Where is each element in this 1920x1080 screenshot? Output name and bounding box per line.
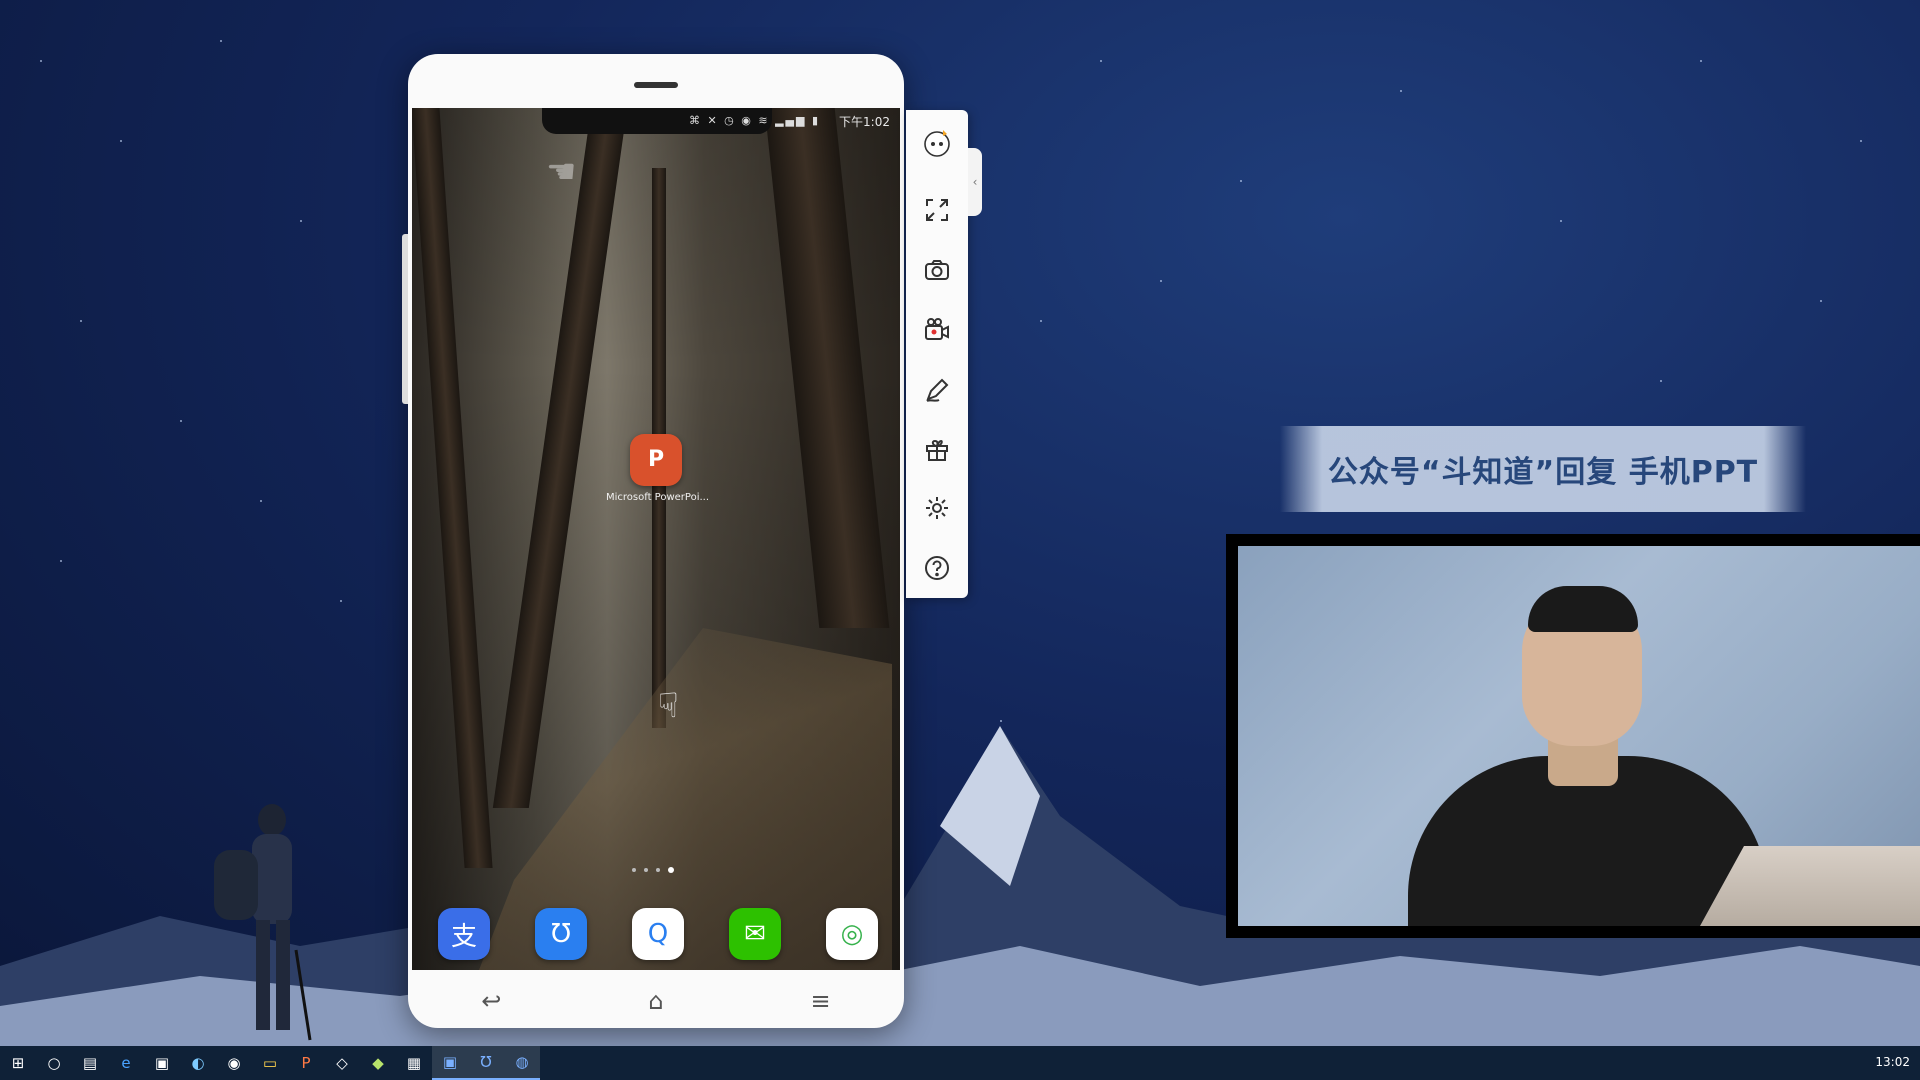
qq-browser-icon[interactable]: Q xyxy=(632,908,684,960)
powerpoint-taskbar-icon[interactable]: P xyxy=(288,1046,324,1080)
screen-record-icon[interactable] xyxy=(919,312,955,348)
wechat-icon[interactable]: ✉ xyxy=(729,908,781,960)
touch-pointer-icon: ☟ xyxy=(658,686,679,726)
app-powerpoint[interactable]: P Microsoft PowerPoi... xyxy=(606,434,709,503)
phone-mirror-window: ⌘ ✕ ◷ ◉ ≋ ▂▄▆ ▮ 下午1:02 ☚ P Microsoft Pow… xyxy=(402,54,904,1028)
wallpaper-tree xyxy=(492,108,628,808)
windows-taskbar: ⊞ ○ ▤ e ▣ ◐ ◉ ▭ P ◇ ◆ ▦ ▣ Ʊ ◍ 13:02 xyxy=(0,1046,1920,1080)
start-windows-icon[interactable]: ⊞ xyxy=(0,1046,36,1080)
wallpaper-tree xyxy=(412,108,493,868)
mirror-nav-bar: ↩ ⌂ ≡ xyxy=(408,974,904,1028)
wallpaper-tree xyxy=(764,108,890,628)
mirror-home-button[interactable]: ⌂ xyxy=(648,987,663,1015)
powerpoint-icon: P xyxy=(630,434,682,486)
app-taskbar-icon[interactable]: ▦ xyxy=(396,1046,432,1080)
promo-banner: 公众号“斗知道”回复 手机PPT xyxy=(1280,426,1806,512)
store-icon[interactable]: ▣ xyxy=(144,1046,180,1080)
chrome-icon[interactable]: ◉ xyxy=(216,1046,252,1080)
status-time: 下午1:02 xyxy=(839,115,890,129)
hiker-silhouette xyxy=(214,804,312,1041)
promo-banner-text: 公众号“斗知道”回复 手机PPT xyxy=(1327,455,1759,490)
page-dot xyxy=(632,868,636,872)
page-dot-active xyxy=(668,867,674,873)
webcam-feed xyxy=(1238,546,1920,926)
annotate-pen-icon[interactable] xyxy=(919,372,955,408)
fullscreen-icon[interactable] xyxy=(919,192,955,228)
toolbar-collapse-button[interactable]: ‹ xyxy=(968,148,982,216)
phone-mirror-taskbar-icon[interactable]: ◍ xyxy=(504,1046,540,1080)
page-indicator xyxy=(632,867,674,873)
page-dot xyxy=(644,868,648,872)
app-taskbar-icon[interactable]: ◆ xyxy=(360,1046,396,1080)
phone-screen[interactable]: ⌘ ✕ ◷ ◉ ≋ ▂▄▆ ▮ 下午1:02 ☚ P Microsoft Pow… xyxy=(412,108,900,970)
taskbar-clock: 13:02 xyxy=(1875,1055,1910,1069)
settings-gear-icon[interactable] xyxy=(919,490,955,526)
qq-browser-taskbar-icon[interactable]: ◐ xyxy=(180,1046,216,1080)
mirror-side-toolbar: ‹ xyxy=(906,110,982,598)
mirror-menu-button[interactable]: ≡ xyxy=(810,987,830,1015)
app-taskbar-icon[interactable]: ▣ xyxy=(432,1046,468,1080)
phone-speaker xyxy=(634,82,678,88)
gift-icon[interactable] xyxy=(919,432,955,468)
app-dock: 支 Ʊ Q ✉ ◎ xyxy=(438,908,878,960)
presenter-hair xyxy=(1528,586,1638,632)
baidu-netdisk-icon[interactable]: Ʊ xyxy=(535,908,587,960)
status-icons: ⌘ ✕ ◷ ◉ ≋ ▂▄▆ ▮ xyxy=(688,114,820,127)
edge-browser-icon[interactable]: e xyxy=(108,1046,144,1080)
phone-side-button xyxy=(402,234,408,404)
touch-pointer-icon: ☚ xyxy=(546,152,577,192)
task-view-icon[interactable]: ▤ xyxy=(72,1046,108,1080)
baidu-netdisk-taskbar-icon[interactable]: Ʊ xyxy=(468,1046,504,1080)
browser-360-icon[interactable]: ◎ xyxy=(826,908,878,960)
mirror-back-button[interactable]: ↩ xyxy=(481,987,501,1015)
app-label: Microsoft PowerPoi... xyxy=(606,492,710,503)
alipay-icon[interactable]: 支 xyxy=(438,908,490,960)
file-explorer-icon[interactable]: ▭ xyxy=(252,1046,288,1080)
cortana-search-icon[interactable]: ○ xyxy=(36,1046,72,1080)
webcam-overlay xyxy=(1226,534,1920,938)
help-question-icon[interactable] xyxy=(919,550,955,586)
app-taskbar-icon[interactable]: ◇ xyxy=(324,1046,360,1080)
page-dot xyxy=(656,868,660,872)
status-bar: ⌘ ✕ ◷ ◉ ≋ ▂▄▆ ▮ 下午1:02 xyxy=(412,108,900,134)
mascot-logo-icon[interactable] xyxy=(919,124,955,160)
screenshot-camera-icon[interactable] xyxy=(919,252,955,288)
